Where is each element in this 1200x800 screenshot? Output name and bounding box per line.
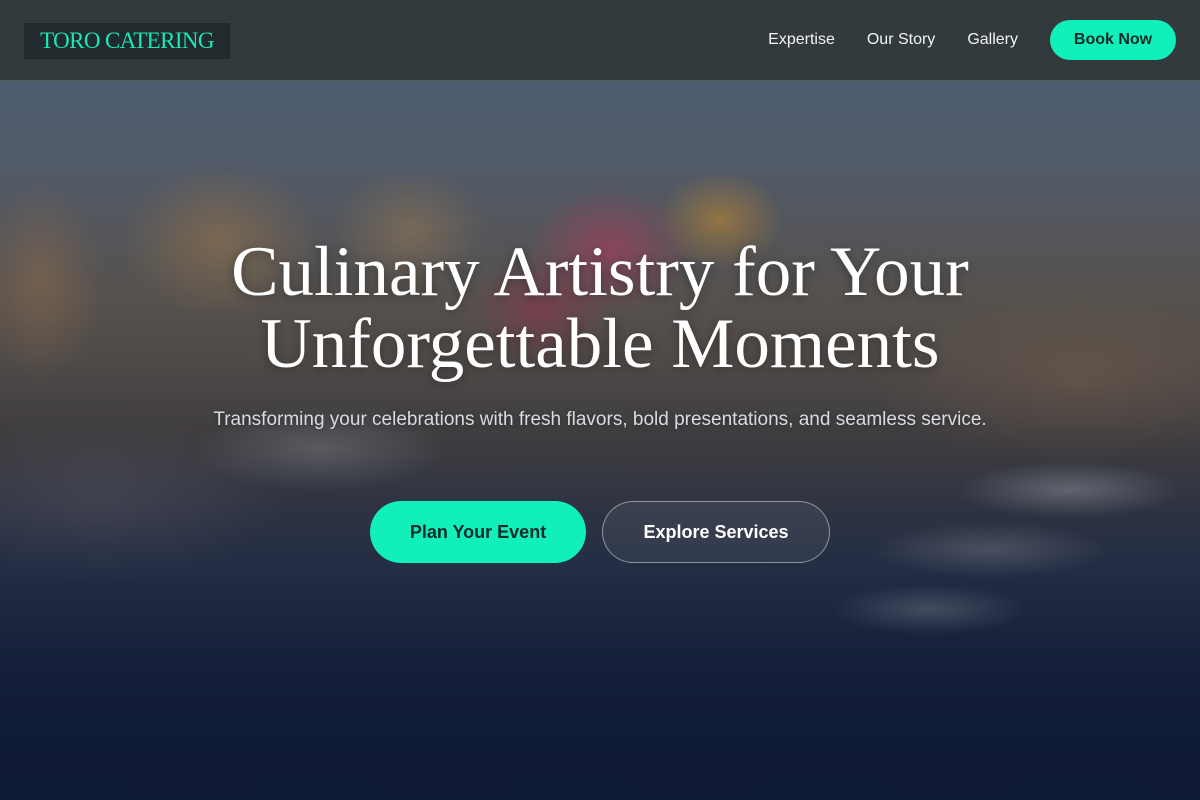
hero-title-line-1: Culinary Artistry for Your: [231, 233, 969, 311]
plan-event-button[interactable]: Plan Your Event: [370, 501, 586, 563]
hero-subtitle: Transforming your celebrations with fres…: [213, 409, 987, 430]
nav-links: Expertise Our Story Gallery: [768, 29, 1018, 51]
nav-link-our-story[interactable]: Our Story: [867, 29, 935, 51]
nav-link-expertise[interactable]: Expertise: [768, 29, 835, 51]
navbar: TORO CATERING Expertise Our Story Galler…: [0, 0, 1200, 81]
hero-title-line-2: Unforgettable Moments: [260, 305, 940, 383]
explore-services-button[interactable]: Explore Services: [602, 501, 830, 563]
book-now-button[interactable]: Book Now: [1050, 20, 1176, 60]
hero-title: Culinary Artistry for Your Unforgettable…: [150, 236, 1050, 380]
brand-logo[interactable]: TORO CATERING: [24, 23, 230, 59]
nav-link-gallery[interactable]: Gallery: [967, 29, 1018, 51]
hero-overlay: [0, 0, 1200, 800]
